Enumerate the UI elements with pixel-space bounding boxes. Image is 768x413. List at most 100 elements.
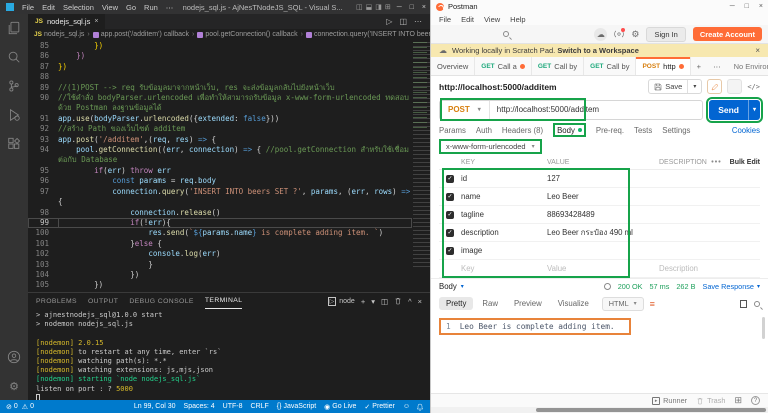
edit-pencil-icon[interactable] xyxy=(707,79,722,94)
postman-maximize-button[interactable]: □ xyxy=(745,3,749,10)
cookies-link[interactable]: Cookies xyxy=(732,126,760,135)
capture-requests-icon[interactable] xyxy=(614,29,624,39)
sync-cloud-icon[interactable]: ☁ xyxy=(594,28,607,41)
code-line[interactable]: 101 }else { xyxy=(28,239,412,249)
value-cell[interactable]: Leo Beer กระป๋อง 490 ml xyxy=(547,227,659,239)
kv-row[interactable]: ✓descriptionLeo Beer กระป๋อง 490 ml xyxy=(439,224,760,242)
kv-row[interactable]: ✓tagline88693428489 xyxy=(439,206,760,224)
code-line[interactable]: 104 }) xyxy=(28,270,412,280)
key-cell[interactable]: image xyxy=(461,246,547,255)
postman-minimize-button[interactable]: ─ xyxy=(730,3,735,10)
send-button[interactable]: Send▾ xyxy=(709,100,760,120)
split-editor-icon[interactable]: ◫ xyxy=(399,17,407,26)
panel-close-icon[interactable]: × xyxy=(418,297,422,306)
code-snippet-icon[interactable]: </> xyxy=(747,83,760,91)
menu-item[interactable]: Run xyxy=(144,3,158,12)
tab-overflow-icon[interactable]: ⋯ xyxy=(707,57,727,75)
menu-item[interactable]: Selection xyxy=(63,3,94,12)
extensions-icon[interactable] xyxy=(6,136,22,152)
grid-icon[interactable]: ⊞ xyxy=(734,395,742,406)
status-item[interactable]: ✓Prettier xyxy=(364,403,394,411)
code-line[interactable]: 94 pool.getConnection((err, connection) … xyxy=(28,145,412,166)
create-account-button[interactable]: Create Account xyxy=(693,27,762,41)
customize-layout-icon[interactable]: ⊞ xyxy=(385,3,391,11)
search-icon[interactable] xyxy=(503,31,509,37)
panel-tab-terminal[interactable]: TERMINAL xyxy=(205,293,243,309)
code-line[interactable]: 97 connection.query('INSERT INTO beers S… xyxy=(28,187,412,208)
settings-gear-icon[interactable]: ⚙ xyxy=(631,29,639,40)
key-cell[interactable]: Key xyxy=(461,264,547,273)
account-icon[interactable] xyxy=(6,349,22,365)
code-line[interactable]: 99 if(!err){ xyxy=(28,218,412,228)
request-tab[interactable]: GETCall a xyxy=(475,57,532,75)
body-type-select[interactable]: x-www-form-urlencoded▾ xyxy=(439,139,542,154)
request-tab[interactable]: Overview xyxy=(431,57,475,75)
key-cell[interactable]: name xyxy=(461,192,547,201)
tab-auth[interactable]: Auth xyxy=(476,122,492,138)
code-line[interactable]: 96 const params = req.body xyxy=(28,176,412,186)
save-caret-icon[interactable]: ▾ xyxy=(688,81,701,92)
toggle-secondary-sidebar-icon[interactable]: ◨ xyxy=(375,3,382,11)
errors-count[interactable]: ⊘0 xyxy=(6,403,18,411)
editor-more-actions-icon[interactable]: ⋯ xyxy=(414,17,422,26)
tab-body[interactable]: Body xyxy=(553,123,586,137)
request-tab[interactable]: POSThttp xyxy=(636,57,690,75)
sign-in-button[interactable]: Sign In xyxy=(646,27,685,42)
value-cell[interactable]: Value xyxy=(547,264,659,273)
save-button[interactable]: Save▾ xyxy=(648,79,702,94)
split-terminal-icon[interactable]: ◫ xyxy=(381,297,388,306)
request-tab[interactable]: GETCall by xyxy=(584,57,636,75)
code-line[interactable]: 88 xyxy=(28,72,412,82)
code-line[interactable]: 90//ใช้คำสั่ง bodyParser.urlencoded เพื่… xyxy=(28,93,412,114)
kv-row[interactable]: ✓nameLeo Beer xyxy=(439,188,760,206)
vscode-minimize-button[interactable]: ─ xyxy=(397,4,402,11)
run-debug-icon[interactable] xyxy=(6,107,22,123)
menu-item[interactable]: View xyxy=(102,3,118,12)
horizontal-scrollbar[interactable] xyxy=(431,407,768,413)
tab-tests[interactable]: Tests xyxy=(634,122,652,138)
menu-item[interactable]: ⋯ xyxy=(166,3,174,12)
code-line[interactable]: 93app.post('/additem',(req, res) => { xyxy=(28,135,412,145)
response-tab-raw[interactable]: Raw xyxy=(475,297,505,310)
code-line[interactable]: 103 } xyxy=(28,260,412,270)
panel-tab-debug-console[interactable]: DEBUG CONSOLE xyxy=(129,293,194,309)
menu-item[interactable]: Help xyxy=(510,15,525,24)
breadcrumb-symbol[interactable]: app.post('/additem') callback xyxy=(101,31,189,38)
code-line[interactable]: 102 console.log(err) xyxy=(28,249,412,259)
panel-tab-problems[interactable]: PROBLEMS xyxy=(36,293,77,309)
url-input[interactable]: http://localhost:5000/additem xyxy=(490,105,599,114)
code-line[interactable]: 91app.use(bodyParser.urlencoded({extende… xyxy=(28,114,412,124)
tab-close-icon[interactable]: × xyxy=(94,18,98,25)
status-item[interactable]: {}JavaScript xyxy=(277,403,316,410)
menu-item[interactable]: File xyxy=(22,3,34,12)
environment-selector[interactable]: No Environment▾ xyxy=(727,57,768,75)
send-options-caret[interactable]: ▾ xyxy=(748,100,760,120)
status-item[interactable]: Ln 99, Col 30 xyxy=(134,403,176,410)
banner-close-icon[interactable]: × xyxy=(755,46,760,55)
new-tab-button[interactable]: + xyxy=(691,57,707,75)
status-item[interactable]: CRLF xyxy=(251,403,269,410)
request-tab[interactable]: GETCall by xyxy=(532,57,584,75)
vscode-close-button[interactable]: × xyxy=(422,4,426,11)
code-line[interactable]: 87}) xyxy=(28,62,412,72)
code-line[interactable]: 95 if(err) throw err xyxy=(28,166,412,176)
wrap-lines-icon[interactable]: ≡ xyxy=(650,299,655,309)
scrollbar-thumb[interactable] xyxy=(536,408,766,412)
notifications-bell-icon[interactable] xyxy=(416,403,424,411)
response-tab-pretty[interactable]: Pretty xyxy=(439,297,473,310)
trash-button[interactable]: Trash xyxy=(696,396,725,405)
new-terminal-icon[interactable]: + xyxy=(361,297,365,306)
kv-row-placeholder[interactable]: KeyValueDescription xyxy=(439,260,760,278)
response-scrollbar[interactable] xyxy=(762,317,765,339)
row-checkbox[interactable]: ✓ xyxy=(446,193,454,201)
settings-gear-icon[interactable]: ⚙ xyxy=(6,378,22,394)
tab-params[interactable]: Params xyxy=(439,122,466,138)
kv-row[interactable]: ✓id127 xyxy=(439,170,760,188)
code-line[interactable]: 100 res.send(`${params.name} is complete… xyxy=(28,228,412,238)
key-cell[interactable]: description xyxy=(461,228,547,237)
bulk-edit-button[interactable]: Bulk Edit xyxy=(730,159,760,166)
row-checkbox[interactable]: ✓ xyxy=(446,175,454,183)
tab-pre-req-[interactable]: Pre-req. xyxy=(596,122,624,138)
status-item[interactable]: UTF-8 xyxy=(223,403,243,410)
response-tab-visualize[interactable]: Visualize xyxy=(551,297,596,310)
